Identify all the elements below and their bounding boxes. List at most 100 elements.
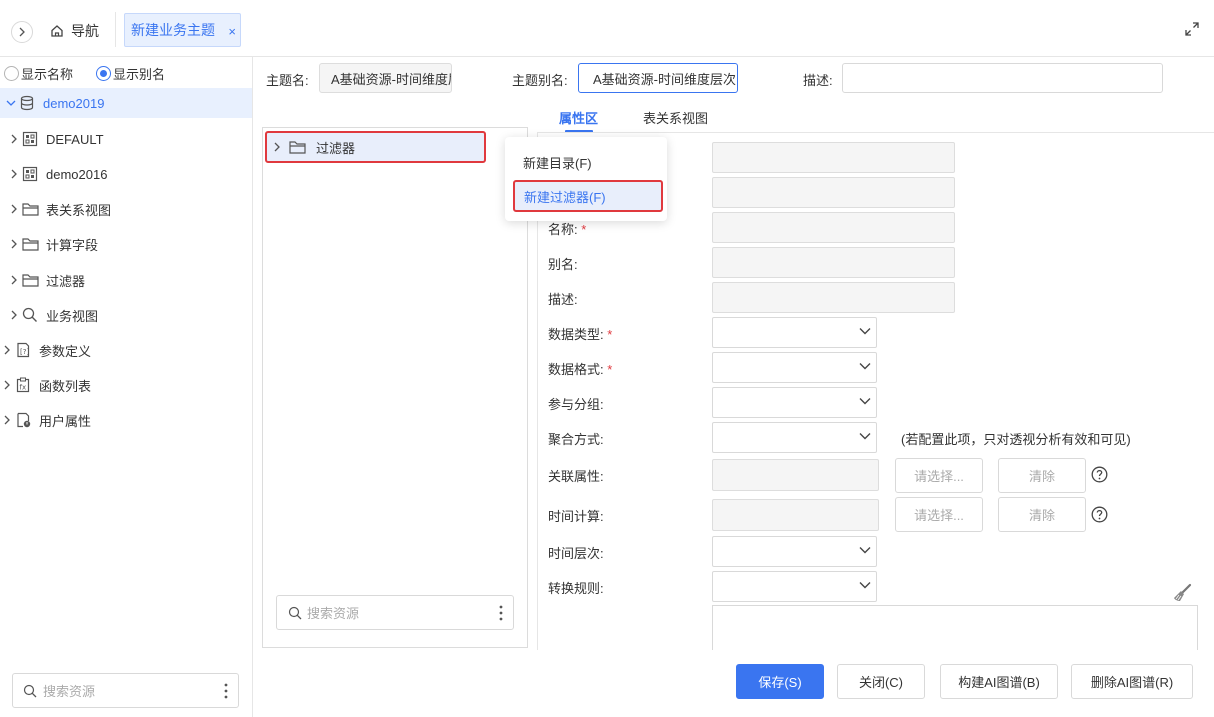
more-options-icon[interactable] (224, 683, 228, 699)
chevron-right-icon (7, 275, 21, 285)
sidebar-search-input[interactable]: 搜索资源 (12, 673, 239, 708)
group-select[interactable] (712, 387, 877, 418)
sidebar-item-business-view[interactable]: 业务视图 (0, 300, 252, 330)
sidebar-item-label: 业务视图 (46, 308, 99, 324)
convert-rule-textarea[interactable] (712, 605, 1198, 650)
sidebar: 显示名称 显示别名 demo2019 DEFAULT demo2016 表关系视… (0, 57, 253, 717)
delete-ai-graph-button[interactable]: 删除AI图谱(R) (1071, 664, 1193, 699)
time-calc-choose-button[interactable]: 请选择... (895, 497, 983, 532)
data-format-label: 数据格式: * (548, 362, 613, 377)
description-prop-field[interactable] (712, 282, 955, 313)
description-prop-label: 描述: (548, 292, 578, 307)
aggregation-select[interactable] (712, 422, 877, 453)
tree-root-demo2019[interactable]: demo2019 (0, 88, 252, 118)
help-icon[interactable] (1091, 466, 1108, 483)
sidebar-item-label: 参数定义 (39, 343, 92, 359)
parameter-icon: [?] (14, 342, 32, 358)
related-attribute-clear-button[interactable]: 清除 (998, 458, 1086, 493)
home-icon (51, 25, 63, 37)
chevron-down-icon (859, 433, 871, 440)
help-icon[interactable] (1091, 506, 1108, 523)
sidebar-item-demo2016[interactable]: demo2016 (0, 159, 252, 189)
menu-item-new-folder[interactable]: 新建目录(F) (523, 153, 592, 172)
sidebar-item-label: DEFAULT (46, 131, 104, 147)
topic-name-field[interactable]: A基础资源-时间维度层次 (319, 63, 452, 93)
topic-alias-field[interactable]: A基础资源-时间维度层次 (578, 63, 738, 93)
topic-name-label: 主题名: (266, 73, 309, 88)
radio-show-alias[interactable]: 显示别名 (96, 64, 165, 83)
description-label: 描述: (803, 73, 833, 88)
related-attribute-label: 关联属性: (548, 469, 604, 484)
tree-node-filters[interactable]: 过滤器 (265, 131, 486, 163)
clear-brush-icon[interactable] (1172, 583, 1192, 603)
alias-label: 别名: (548, 257, 578, 272)
sidebar-item-calculated-fields[interactable]: 计算字段 (0, 229, 252, 259)
nav-home-link[interactable]: 导航 (50, 19, 99, 43)
folder-icon (21, 202, 39, 216)
chevron-down-icon (859, 328, 871, 335)
chevron-right-icon (274, 142, 280, 152)
description-field[interactable] (842, 63, 1163, 93)
sidebar-item-default[interactable]: DEFAULT (0, 124, 252, 154)
group-label: 参与分组: (548, 397, 604, 412)
chevron-right-icon (0, 415, 14, 425)
tab-table-relation-view[interactable]: 表关系视图 (643, 108, 708, 127)
time-level-label: 时间层次: (548, 546, 604, 561)
more-options-icon[interactable] (499, 605, 503, 621)
property-input-1[interactable] (712, 142, 955, 173)
tab-label: 新建业务主题 (131, 22, 215, 38)
database-icon (18, 95, 36, 111)
sidebar-item-function-list[interactable]: fx 函数列表 (0, 370, 252, 400)
sidebar-item-label: 表关系视图 (46, 202, 112, 218)
chevron-down-icon (859, 547, 871, 554)
tree-root-label: demo2019 (43, 95, 105, 111)
search-icon (21, 307, 39, 323)
divider (115, 12, 116, 47)
convert-rule-select[interactable] (712, 571, 877, 602)
related-attribute-choose-button[interactable]: 请选择... (895, 458, 983, 493)
time-calc-clear-button[interactable]: 清除 (998, 497, 1086, 532)
alias-field[interactable] (712, 247, 955, 278)
sidebar-item-label: 函数列表 (39, 378, 92, 394)
time-level-select[interactable] (712, 536, 877, 567)
top-bar: 导航 新建业务主题 × (0, 0, 1214, 57)
data-format-select[interactable] (712, 352, 877, 383)
chevron-down-icon (859, 398, 871, 405)
schema-icon (21, 131, 39, 147)
fullscreen-icon[interactable] (1184, 21, 1200, 37)
build-ai-graph-button[interactable]: 构建AI图谱(B) (940, 664, 1058, 699)
save-button[interactable]: 保存(S) (736, 664, 824, 699)
name-field[interactable] (712, 212, 955, 243)
sidebar-item-label: 用户属性 (39, 413, 92, 429)
folder-icon (21, 273, 39, 287)
nav-label: 导航 (71, 23, 99, 39)
menu-item-new-filter[interactable]: 新建过滤器(F) (513, 180, 663, 212)
function-icon: fx (14, 377, 32, 393)
tab-new-business-topic[interactable]: 新建业务主题 × (124, 13, 241, 47)
close-tab-icon[interactable]: × (228, 24, 236, 39)
chevron-right-icon (0, 380, 14, 390)
search-icon (288, 606, 302, 619)
sidebar-item-user-attributes[interactable]: 用户属性 (0, 405, 252, 435)
tab-properties[interactable]: 属性区 (559, 108, 598, 127)
resource-tree-panel (262, 127, 528, 648)
sidebar-item-label: 过滤器 (46, 273, 86, 289)
svg-text:fx: fx (20, 384, 27, 392)
resource-search-input[interactable]: 搜索资源 (276, 595, 514, 630)
collapse-sidebar-button[interactable] (11, 21, 33, 43)
data-type-label: 数据类型: * (548, 327, 613, 342)
chevron-down-icon (4, 99, 18, 107)
property-input-2[interactable] (712, 177, 955, 208)
search-placeholder: 搜索资源 (307, 606, 360, 621)
chevron-down-icon (859, 363, 871, 370)
time-calc-field (712, 499, 879, 531)
related-attribute-field (712, 459, 879, 491)
close-button[interactable]: 关闭(C) (837, 664, 925, 699)
radio-show-name[interactable]: 显示名称 (4, 64, 73, 83)
sidebar-item-filters[interactable]: 过滤器 (0, 265, 252, 295)
chevron-right-icon (0, 345, 14, 355)
sidebar-item-parameter-definition[interactable]: [?] 参数定义 (0, 335, 252, 365)
sidebar-item-table-relation-view[interactable]: 表关系视图 (0, 194, 252, 224)
time-calc-label: 时间计算: (548, 509, 604, 524)
data-type-select[interactable] (712, 317, 877, 348)
